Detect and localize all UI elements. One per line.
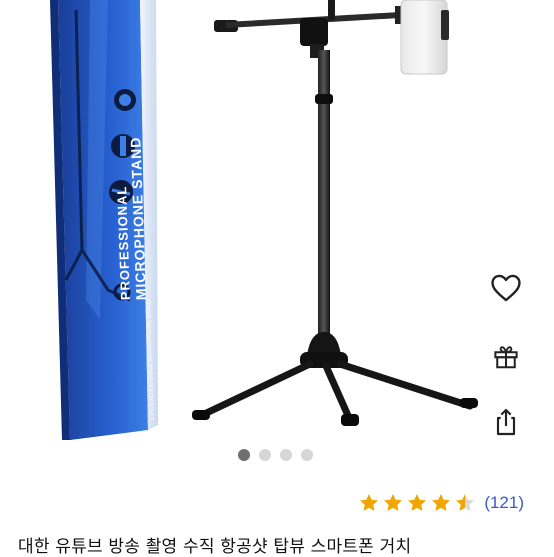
product-image[interactable]: PROFESSIONAL MICROPHONE STAND 1 PCS ADJU…	[0, 0, 554, 440]
gallery-indicator	[0, 449, 552, 461]
product-title: 대한 유튜브 방송 촬영 수직 항공샷 탑뷰 스마트폰 거치	[18, 537, 412, 557]
star-icon	[360, 494, 379, 511]
product-box-illustration: PROFESSIONAL MICROPHONE STAND 1 PCS ADJU…	[50, 0, 158, 440]
microphone-stand-illustration	[192, 0, 478, 426]
star-icon	[432, 494, 451, 511]
star-icon	[408, 494, 427, 511]
gift-button[interactable]	[484, 334, 528, 378]
share-icon	[496, 408, 516, 436]
star-icon	[384, 494, 403, 511]
product-rating[interactable]: (121)	[358, 492, 524, 514]
heart-icon	[491, 274, 521, 302]
star-icon	[456, 494, 475, 511]
share-button[interactable]	[484, 400, 528, 444]
gift-icon	[494, 346, 518, 369]
rating-stars	[358, 492, 476, 514]
gallery-dot-2[interactable]	[258, 449, 271, 461]
gallery-dot-4[interactable]	[300, 449, 313, 461]
favorite-button[interactable]	[484, 266, 528, 310]
gallery-dot-1[interactable]	[237, 449, 250, 461]
gallery-dot-3[interactable]	[279, 449, 292, 461]
review-count[interactable]: (121)	[484, 493, 524, 513]
